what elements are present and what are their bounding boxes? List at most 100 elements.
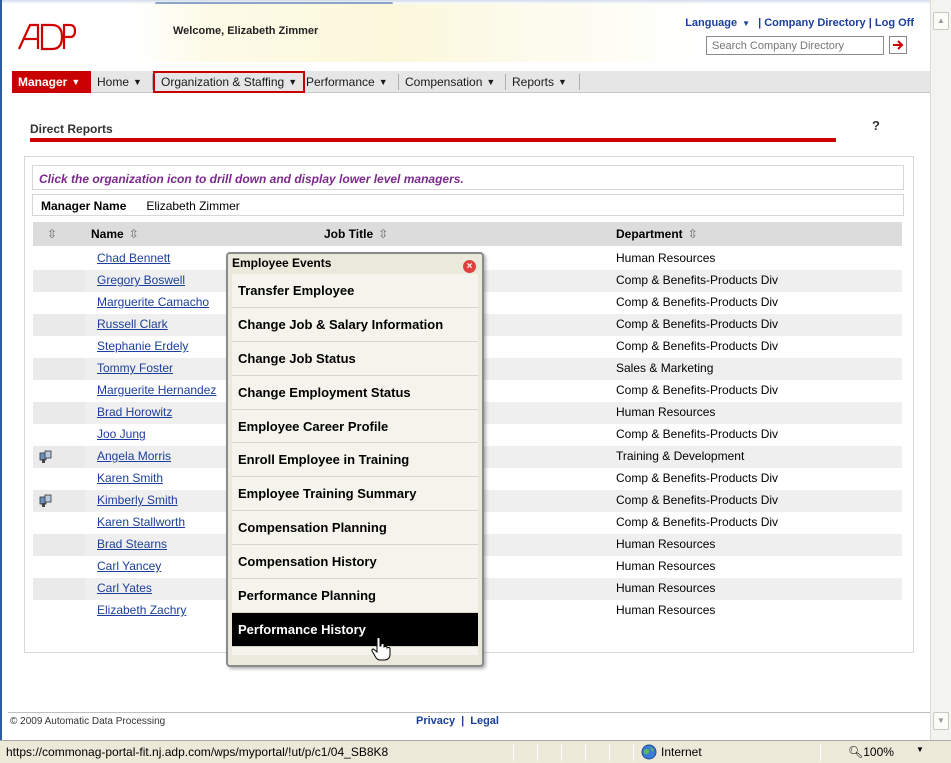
manager-name-row: Manager Name Elizabeth Zimmer <box>32 194 904 216</box>
employee-event-menu-item[interactable]: Change Job Status <box>232 342 478 376</box>
name-column-header[interactable]: Name ⇳ <box>91 222 139 246</box>
employee-name-link[interactable]: Carl Yates <box>97 581 152 595</box>
sort-icon[interactable]: ⇳ <box>688 227 698 241</box>
org-cell <box>33 600 85 622</box>
department-cell: Training & Development <box>616 449 745 463</box>
organization-icon[interactable] <box>39 450 53 464</box>
status-url: https://commonag-portal-fit.nj.adp.com/w… <box>6 745 389 759</box>
employee-name-link[interactable]: Marguerite Camacho <box>97 295 209 309</box>
legal-link[interactable]: Legal <box>470 715 499 727</box>
header-decoration <box>392 4 702 62</box>
nav-performance-label: Performance <box>306 75 375 89</box>
employee-name-link[interactable]: Elizabeth Zachry <box>97 603 186 617</box>
employee-event-menu-item[interactable]: Enroll Employee in Training <box>232 443 478 478</box>
employee-event-menu-item[interactable]: Performance History <box>232 612 478 647</box>
employee-name-link[interactable]: Karen Smith <box>97 471 163 485</box>
copyright-text: © 2009 Automatic Data Processing <box>10 716 166 727</box>
org-cell <box>33 336 85 358</box>
employee-events-popup: Employee Events × Transfer Employee Chang… <box>226 252 484 667</box>
employee-event-menu-item[interactable]: Performance Planning <box>232 579 478 613</box>
vertical-scrollbar[interactable]: ▲ ▼ <box>930 0 951 740</box>
nav-org-staffing-menu[interactable]: Organization & Staffing ▼ <box>153 71 306 93</box>
zoom-level: 100% <box>863 745 894 759</box>
department-cell: Human Resources <box>616 405 716 419</box>
employee-event-menu-item[interactable]: Change Job & Salary Information <box>232 308 478 342</box>
employee-events-menu: Transfer Employee Change Job & Salary Inf… <box>232 274 478 655</box>
employee-name-link[interactable]: Karen Stallworth <box>97 515 185 529</box>
department-cell: Comp & Benefits-Products Div <box>616 427 779 441</box>
employee-name-link[interactable]: Marguerite Hernandez <box>97 383 216 397</box>
employee-event-menu-item[interactable]: Compensation History <box>232 545 478 580</box>
sort-icon[interactable]: ⇳ <box>378 227 388 241</box>
status-divider <box>537 744 538 761</box>
org-cell[interactable] <box>33 490 85 512</box>
chevron-down-icon: ▼ <box>288 77 298 87</box>
org-cell <box>33 578 85 600</box>
organization-icon[interactable] <box>39 494 53 508</box>
chevron-down-icon: ▼ <box>378 77 388 87</box>
job-title-header-label: Job Title <box>324 227 374 241</box>
org-column-header[interactable]: ⇳ <box>47 222 57 246</box>
logoff-link[interactable]: Log Off <box>875 17 914 29</box>
employee-event-menu-item[interactable]: Employee Career Profile <box>232 410 478 444</box>
employee-name-link[interactable]: Joo Jung <box>97 427 146 441</box>
employee-name-link[interactable]: Brad Horowitz <box>97 405 172 419</box>
nav-manager-menu[interactable]: Manager ▼ <box>12 71 91 93</box>
employee-name-link[interactable]: Brad Stearns <box>97 537 167 551</box>
sort-icon[interactable]: ⇳ <box>47 227 57 241</box>
manager-name-label: Manager Name <box>41 199 127 213</box>
employee-event-menu-item[interactable]: Employee Training Summary <box>232 477 478 512</box>
window-left-border <box>0 0 2 740</box>
close-icon[interactable]: × <box>463 260 476 273</box>
language-link[interactable]: Language <box>685 17 737 29</box>
table-header: ⇳ Name ⇳ Job Title ⇳ Department ⇳ <box>33 222 902 246</box>
employee-name-link[interactable]: Kimberly Smith <box>97 493 178 507</box>
employee-event-menu-item[interactable]: Transfer Employee <box>232 274 478 308</box>
org-cell <box>33 270 85 292</box>
org-cell <box>33 248 85 270</box>
status-divider <box>561 744 562 761</box>
employee-name-link[interactable]: Carl Yancey <box>97 559 161 573</box>
employee-name-link[interactable]: Russell Clark <box>97 317 168 331</box>
privacy-link[interactable]: Privacy <box>416 715 455 727</box>
job-title-column-header[interactable]: Job Title ⇳ <box>324 222 388 246</box>
nav-reports-menu[interactable]: Reports ▼ <box>506 71 573 93</box>
department-column-header[interactable]: Department ⇳ <box>616 222 698 246</box>
employee-event-menu-item[interactable]: Change Employment Status <box>232 376 478 410</box>
company-directory-link[interactable]: Company Directory <box>764 17 865 29</box>
org-cell <box>33 512 85 534</box>
scroll-up-icon[interactable]: ▲ <box>933 12 949 30</box>
globe-icon <box>641 744 657 760</box>
department-cell: Human Resources <box>616 251 716 265</box>
company-directory-search-input[interactable] <box>706 36 884 55</box>
manager-name-value: Elizabeth Zimmer <box>146 199 240 213</box>
nav-compensation-menu[interactable]: Compensation ▼ <box>399 71 501 93</box>
chevron-down-icon[interactable]: ▼ <box>916 745 924 754</box>
help-icon[interactable]: ? <box>872 118 880 133</box>
language-menu[interactable]: Language ▼ <box>685 17 758 29</box>
nav-manager-label: Manager <box>18 75 68 89</box>
zoom-control[interactable]: 🔍︎100% <box>848 745 894 759</box>
employee-name-link[interactable]: Gregory Boswell <box>97 273 185 287</box>
search-go-button[interactable] <box>889 36 907 54</box>
department-cell: Comp & Benefits-Products Div <box>616 493 779 507</box>
employee-name-link[interactable]: Tommy Foster <box>97 361 173 375</box>
org-cell <box>33 314 85 336</box>
employee-name-link[interactable]: Angela Morris <box>97 449 171 463</box>
footer-divider <box>8 712 930 713</box>
nav-performance-menu[interactable]: Performance ▼ <box>300 71 394 93</box>
employee-name-link[interactable]: Chad Bennett <box>97 251 170 265</box>
nav-home-menu[interactable]: Home ▼ <box>91 71 148 93</box>
sort-icon[interactable]: ⇳ <box>129 227 139 241</box>
department-header-label: Department <box>616 227 683 241</box>
org-cell[interactable] <box>33 446 85 468</box>
department-cell: Human Resources <box>616 537 716 551</box>
employee-name-link[interactable]: Stephanie Erdely <box>97 339 188 353</box>
zone-label: Internet <box>661 745 702 759</box>
main-nav: Manager ▼ Home ▼ Organization & Staffing ▼ … <box>12 71 930 93</box>
department-cell: Human Resources <box>616 603 716 617</box>
nav-org-staffing-label: Organization & Staffing <box>161 75 285 89</box>
department-cell: Comp & Benefits-Products Div <box>616 471 779 485</box>
employee-event-menu-item[interactable]: Compensation Planning <box>232 511 478 546</box>
scroll-down-icon[interactable]: ▼ <box>933 712 949 730</box>
